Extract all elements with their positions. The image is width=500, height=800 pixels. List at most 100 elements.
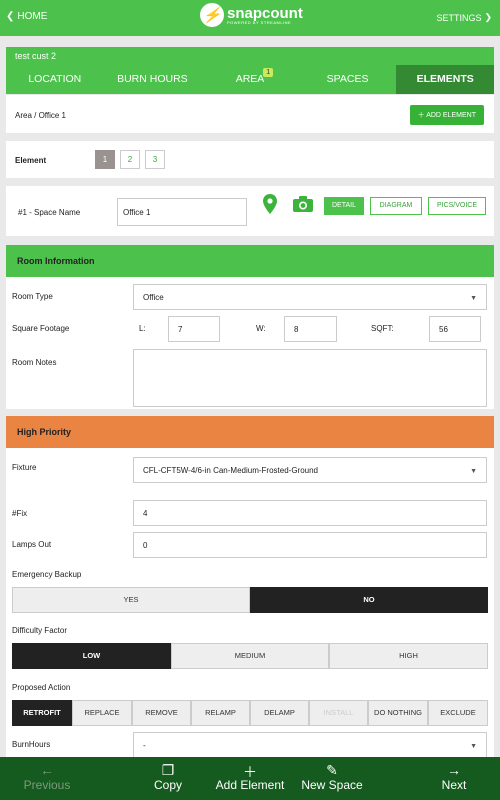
width-label: W: bbox=[256, 324, 266, 333]
space-name-label: #1 - Space Name bbox=[18, 208, 81, 217]
new-space-label: New Space bbox=[301, 778, 363, 792]
element-page-2[interactable]: 2 bbox=[120, 150, 140, 169]
copy-label: Copy bbox=[153, 778, 182, 792]
plus-icon: ＋ bbox=[243, 764, 257, 780]
backup-yes-option[interactable]: YES bbox=[12, 587, 250, 613]
pics-voice-button[interactable]: PICS/VOICE bbox=[428, 197, 486, 215]
add-element-button[interactable]: ＋ ADD ELEMENT bbox=[409, 105, 484, 125]
previous-button[interactable]: ← Previous bbox=[22, 762, 72, 792]
sqft-label: SQFT: bbox=[371, 324, 394, 333]
arrow-left-icon: ← bbox=[40, 762, 54, 778]
backup-no-option[interactable]: NO bbox=[250, 587, 488, 613]
action-retrofit-option[interactable]: RETROFIT bbox=[12, 700, 72, 726]
emergency-backup-toggle: YES NO bbox=[12, 587, 488, 613]
dropdown-arrow-icon: ▼ bbox=[470, 468, 477, 475]
action-install-option: INSTALL bbox=[309, 700, 368, 726]
lamps-out-input[interactable]: 0 bbox=[133, 532, 487, 558]
action-exclude-option[interactable]: EXCLUDE bbox=[428, 700, 488, 726]
logo: ⚡ snapcount POWERED BY STREAMLINE bbox=[200, 3, 303, 27]
tab-label: ELEMENTS bbox=[416, 73, 474, 85]
tab-label: LOCATION bbox=[28, 73, 82, 85]
room-type-select[interactable]: Office ▼ bbox=[133, 284, 487, 310]
proposed-action-toggle: RETROFIT REPLACE REMOVE RELAMP DELAMP IN… bbox=[12, 700, 488, 726]
priority-header: High Priority bbox=[6, 416, 494, 448]
priority-section: Fixture CFL-CFT5W-4/6-in Can-Medium-Fros… bbox=[6, 448, 494, 758]
camera-icon[interactable] bbox=[293, 196, 313, 212]
dropdown-arrow-icon: ▼ bbox=[470, 743, 477, 750]
length-label: L: bbox=[139, 324, 146, 333]
length-input[interactable]: 7 bbox=[168, 316, 220, 342]
burn-hours-label: BurnHours bbox=[12, 740, 51, 749]
add-element-bottom-button[interactable]: ＋ Add Element bbox=[212, 762, 288, 792]
home-label: HOME bbox=[17, 11, 48, 22]
difficulty-label: Difficulty Factor bbox=[12, 626, 67, 635]
customer-name: test cust 2 bbox=[6, 47, 494, 65]
arrow-right-icon: → bbox=[447, 762, 461, 778]
copy-icon: ❐ bbox=[161, 762, 175, 778]
fixture-select[interactable]: CFL-CFT5W-4/6-in Can-Medium-Frosted-Grou… bbox=[133, 457, 487, 483]
chevron-left-icon: ❮ bbox=[6, 11, 15, 22]
settings-label: SETTINGS bbox=[436, 12, 482, 23]
next-label: Next bbox=[441, 778, 467, 792]
plus-icon: ＋ bbox=[417, 112, 425, 119]
breadcrumb: Area / Office 1 bbox=[15, 111, 66, 120]
action-delamp-option[interactable]: DELAMP bbox=[250, 700, 309, 726]
element-pagination: 1 2 3 bbox=[95, 150, 165, 169]
chevron-right-icon: ❯ bbox=[484, 12, 492, 22]
tab-elements[interactable]: ELEMENTS bbox=[396, 65, 494, 94]
tab-label: BURN HOURS bbox=[117, 73, 188, 85]
difficulty-low-option[interactable]: LOW bbox=[12, 643, 171, 669]
space-card: #1 - Space Name Office 1 DETAIL DIAGRAM … bbox=[6, 186, 494, 236]
sqft-input[interactable]: 56 bbox=[429, 316, 481, 342]
element-label: Element bbox=[15, 156, 47, 165]
top-bar: ❮ HOME ⚡ snapcount POWERED BY STREAMLINE… bbox=[0, 0, 500, 36]
home-button[interactable]: ❮ HOME bbox=[6, 11, 47, 22]
detail-button[interactable]: DETAIL bbox=[324, 197, 364, 215]
action-do-nothing-option[interactable]: DO NOTHING bbox=[368, 700, 428, 726]
element-page-1[interactable]: 1 bbox=[95, 150, 115, 169]
pencil-icon: ✎ bbox=[326, 762, 338, 778]
add-element-bottom-label: Add Element bbox=[215, 778, 285, 792]
room-notes-label: Room Notes bbox=[12, 358, 57, 367]
proposed-action-label: Proposed Action bbox=[12, 683, 71, 692]
emergency-backup-label: Emergency Backup bbox=[12, 570, 82, 579]
room-info-header: Room Information bbox=[6, 245, 494, 277]
tab-area[interactable]: AREA 1 bbox=[201, 65, 299, 94]
room-type-value: Office bbox=[143, 293, 164, 302]
element-selector-card: Element 1 2 3 bbox=[6, 141, 494, 178]
difficulty-medium-option[interactable]: MEDIUM bbox=[171, 643, 329, 669]
dropdown-arrow-icon: ▼ bbox=[470, 295, 477, 302]
tab-spaces[interactable]: SPACES bbox=[299, 65, 397, 94]
count-badge: 1 bbox=[263, 68, 274, 77]
new-space-button[interactable]: ✎ New Space bbox=[298, 762, 366, 792]
difficulty-high-option[interactable]: HIGH bbox=[329, 643, 488, 669]
space-name-input[interactable]: Office 1 bbox=[117, 198, 247, 226]
logo-text: snapcount bbox=[227, 4, 303, 22]
action-replace-option[interactable]: REPLACE bbox=[72, 700, 132, 726]
burn-hours-select[interactable]: - ▼ bbox=[133, 732, 487, 758]
element-page-3[interactable]: 3 bbox=[145, 150, 165, 169]
tab-location[interactable]: LOCATION bbox=[6, 65, 104, 94]
tab-label: SPACES bbox=[326, 73, 369, 85]
action-relamp-option[interactable]: RELAMP bbox=[191, 700, 250, 726]
room-type-label: Room Type bbox=[12, 292, 53, 301]
burn-hours-value: - bbox=[143, 741, 146, 750]
action-remove-option[interactable]: REMOVE bbox=[132, 700, 191, 726]
next-button[interactable]: → Next bbox=[436, 762, 472, 792]
logo-bolt-icon: ⚡ bbox=[200, 3, 224, 27]
tab-bar: LOCATION BURN HOURS AREA 1 SPACES ELEMENT… bbox=[6, 65, 494, 94]
tab-label: AREA bbox=[235, 73, 265, 85]
width-input[interactable]: 8 bbox=[284, 316, 337, 342]
copy-button[interactable]: ❐ Copy bbox=[148, 762, 188, 792]
fix-count-input[interactable]: 4 bbox=[133, 500, 487, 526]
fixture-label: Fixture bbox=[12, 463, 37, 472]
tab-burn-hours[interactable]: BURN HOURS bbox=[104, 65, 202, 94]
fix-count-label: #Fix bbox=[12, 509, 28, 518]
logo-subtext: POWERED BY STREAMLINE bbox=[227, 19, 292, 25]
location-pin-icon[interactable] bbox=[263, 194, 277, 214]
settings-button[interactable]: SETTINGS ❯ bbox=[436, 12, 492, 23]
room-info-section: Room Type Office ▼ Square Footage L: 7 W… bbox=[6, 277, 494, 409]
breadcrumb-card: Area / Office 1 ＋ ADD ELEMENT bbox=[6, 95, 494, 133]
diagram-button[interactable]: DIAGRAM bbox=[370, 197, 422, 215]
room-notes-textarea[interactable] bbox=[133, 349, 487, 407]
